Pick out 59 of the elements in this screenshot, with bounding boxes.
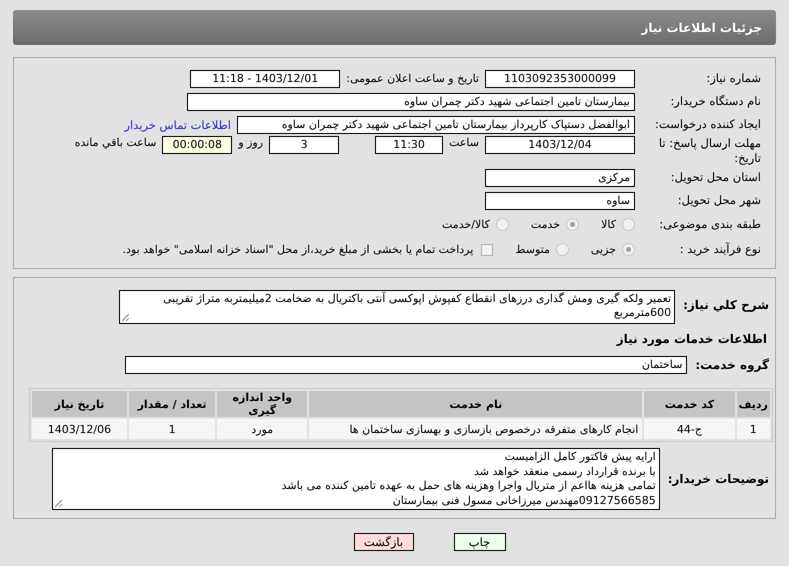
field-label: تاریخ و ساعت اعلان عمومی: <box>346 72 479 85</box>
section-heading: اطلاعات خدمات مورد نیاز <box>615 332 768 346</box>
field-label: شهر محل تحویل: <box>676 193 762 208</box>
table-cell: ج-44 <box>644 419 735 439</box>
resize-grip-icon[interactable] <box>54 500 62 507</box>
field-label: گروه خدمت: <box>695 357 770 372</box>
text-field[interactable]: ساختمان <box>125 356 688 374</box>
field-label: ساعت باقي مانده <box>74 136 156 149</box>
resize-grip-icon[interactable] <box>122 314 130 321</box>
field-label: نوع فرآیند خرید : <box>678 242 762 257</box>
field-label: نام دستگاه خریدار: <box>669 94 762 109</box>
text-field[interactable]: ابوالفضل دستپاک کارپرداز بیمارستان تامین اجتماعی شهید دکتر چمران ساوه <box>237 116 635 134</box>
field-label: استان محل تحویل: <box>670 170 762 185</box>
checkbox-label: پرداخت تمام یا بخشی از مبلغ خرید،از محل "اسناد خزانه اسلامی" خواهد بود. <box>122 243 474 256</box>
radio-button[interactable] <box>622 218 635 231</box>
table-cell: مورد <box>217 419 308 439</box>
page-title: جزئیات اطلاعات نیاز <box>641 20 762 34</box>
text-field[interactable]: 00:00:08 <box>162 136 232 154</box>
option-label: جزیی <box>590 243 616 256</box>
field-label: طبقه بندی موضوعی: <box>658 217 762 232</box>
option-label: کالا/خدمت <box>442 218 490 231</box>
field-label: ساعت <box>449 136 479 149</box>
table-cell: انجام کارهای متفرقه درخصوص بازسازی و بهسازی ساختمان ها <box>309 419 642 439</box>
option-label: متوسط <box>515 243 550 256</box>
option-label: کالا <box>601 218 616 231</box>
field-label: شرح کلي نياز: <box>683 297 770 312</box>
column-header: تعداد / مقدار <box>128 391 216 417</box>
text-field[interactable]: ساوه <box>485 192 635 210</box>
text-field[interactable]: بیمارستان تامین اجتماعی شهید دکتر چمران ساوه <box>187 92 635 110</box>
option-label: خدمت <box>530 218 560 231</box>
field-label: توضیحات خریدار: <box>668 471 770 486</box>
text-field[interactable]: 1403/12/04 <box>485 136 635 154</box>
radio-button[interactable] <box>566 218 580 231</box>
text-field[interactable]: 1403/12/01 - 11:18 <box>190 70 340 88</box>
table-cell: 1 <box>128 419 216 439</box>
column-header: ردیف <box>736 391 770 417</box>
column-header: نام خدمت <box>309 391 642 417</box>
radio-button[interactable] <box>622 243 635 256</box>
radio-button[interactable] <box>556 243 569 256</box>
checkbox[interactable] <box>481 244 494 256</box>
column-header: کد خدمت <box>644 391 735 417</box>
radio-button[interactable] <box>496 218 509 231</box>
field-label: روز و <box>238 136 264 149</box>
column-header: واحد اندازه گیری <box>217 391 308 417</box>
table-cell: 1403/12/06 <box>32 419 127 439</box>
table-cell: 1 <box>736 419 770 439</box>
text-field[interactable]: 3 <box>269 136 340 154</box>
column-header: تاریخ نیاز <box>32 391 127 417</box>
text-field[interactable]: مرکزی <box>485 168 635 186</box>
back-button[interactable]: بازگشت <box>354 533 414 551</box>
field-label: ایجاد کننده درخواست: <box>654 117 762 132</box>
text-area[interactable]: تعمیر ولکه گیری ومش گذاری درزهای انقطاع کفپوش اپوکسی آنتی باکتریال به ضخامت 2میلیمتربه متراژ تقریبی 600مترمربع <box>119 290 676 324</box>
text-field[interactable]: 1103092353000099 <box>485 70 635 88</box>
print-button[interactable]: چاپ <box>454 533 506 551</box>
text-area[interactable]: ارایه پیش فاکتور کامل الزامیست با برنده قرارداد رسمی منعقد خواهد شد تمامی هزینه هااعم از متریال واجرا وهزینه های حمل به عهده تامین کننده می باشد 09127566585مهندس میرزاخانی مسول فنی بیمارستان <box>52 448 660 510</box>
field-label: شماره نیاز: <box>705 71 762 86</box>
field-label: مهلت ارسال پاسخ: تا تاریخ: <box>658 136 762 166</box>
contact-link[interactable]: اطلاعات تماس خریدار <box>124 118 231 132</box>
text-field[interactable]: 11:30 <box>375 136 444 154</box>
